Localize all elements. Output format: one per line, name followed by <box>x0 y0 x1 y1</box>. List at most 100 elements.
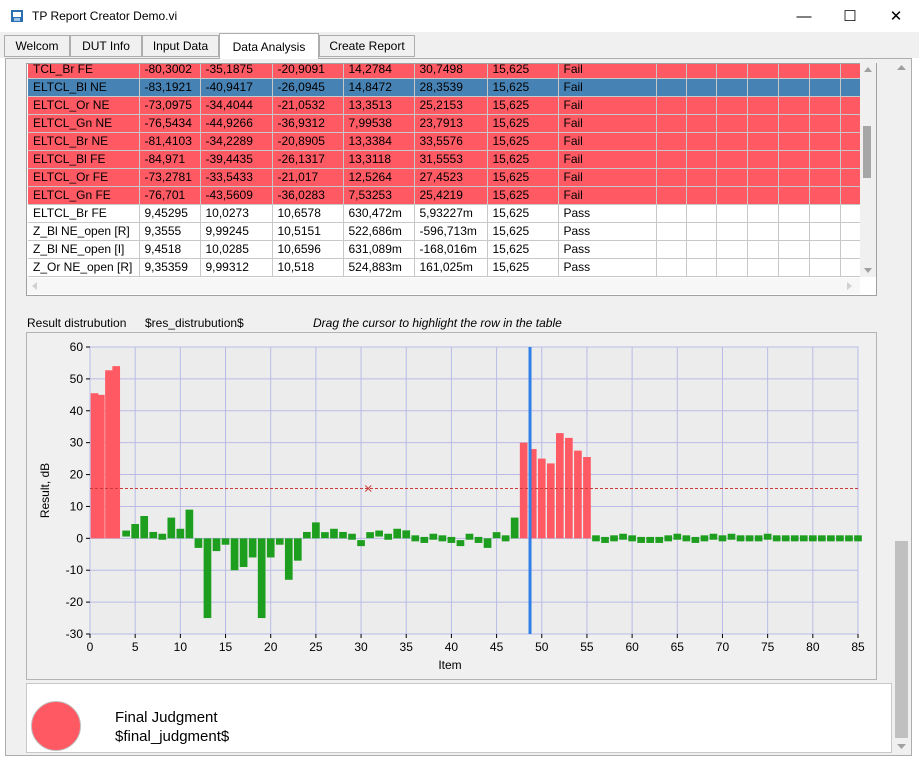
tab-create-report[interactable]: Create Report <box>319 35 415 57</box>
chart-bar <box>691 536 700 543</box>
chart-bar <box>754 535 763 542</box>
tab-welcom[interactable]: Welcom <box>4 35 70 57</box>
table-cell <box>686 96 717 115</box>
tab-input-data[interactable]: Input Data <box>142 35 219 57</box>
table-cell <box>656 64 687 79</box>
table-cell: 27,4523 <box>414 168 488 187</box>
scroll-right-arrow-icon[interactable] <box>845 282 853 290</box>
table-cell <box>809 222 841 241</box>
table-cell: 15,625 <box>487 168 559 187</box>
table-cell: Fail <box>558 114 657 133</box>
chart-bar <box>827 535 835 542</box>
page-scroll-thumb[interactable] <box>895 541 908 738</box>
chart-bar <box>519 442 528 539</box>
chart-bar <box>664 535 673 542</box>
result-distribution-label: Result distrubution <box>27 316 127 330</box>
scroll-down-arrow-icon[interactable] <box>864 266 872 274</box>
table-cell: 9,3555 <box>139 222 201 241</box>
table-cell: 31,5553 <box>414 150 488 169</box>
x-tick-label: 65 <box>671 640 685 654</box>
table-cell <box>686 258 717 277</box>
table-cell: 14,2784 <box>343 64 415 79</box>
chart-bar <box>105 370 113 539</box>
tab-data-analysis[interactable]: Data Analysis <box>219 33 319 59</box>
table-row[interactable]: ELTCL_Bl NE -83,1921 -40,9417 -26,0945 14,84… <box>28 78 863 97</box>
x-tick-label: 75 <box>761 640 775 654</box>
table-cell: -20,8905 <box>272 132 344 151</box>
table-cell: -76,701 <box>139 186 201 205</box>
results-table[interactable]: TCL_Br FE -80,3002 -35,1875 -20,9091 14,2784… <box>26 63 877 296</box>
table-cell: Z_Or NE_open [R] <box>28 258 140 277</box>
table-row[interactable]: ELTCL_Or FE -73,2781 -33,5433 -21,017 12,526… <box>28 168 863 187</box>
chart-bar <box>583 457 591 539</box>
table-cell <box>809 204 841 223</box>
table-cell: Pass <box>558 240 657 259</box>
table-cell: ELTCL_Or FE <box>28 168 140 187</box>
table-row[interactable]: ELTCL_Br NE -81,4103 -34,2289 -20,8905 13,33… <box>28 132 863 151</box>
table-cell <box>840 96 863 115</box>
table-horizontal-scrollbar[interactable] <box>27 278 860 294</box>
page-scroll-down-arrow-icon[interactable] <box>897 742 906 750</box>
page-scroll-up-arrow-icon[interactable] <box>897 64 906 72</box>
result-distribution-chart[interactable]: -30 -20 -10 0 10 20 30 40 50 60 0 5 10 15 20 25 30 35 40 45… <box>27 333 876 679</box>
table-cell <box>716 78 748 97</box>
table-scroll-thumb[interactable] <box>863 126 871 178</box>
chart-bar <box>194 538 203 548</box>
x-tick-label: 60 <box>625 640 639 654</box>
table-cell <box>716 204 748 223</box>
table-row[interactable]: Z_Or NE_open [R] 9,35359 9,99312 10,518 524,… <box>28 258 863 277</box>
tab-dut-info[interactable]: DUT Info <box>70 35 142 57</box>
chart-bar <box>284 538 293 580</box>
table-cell <box>809 258 841 277</box>
table-cell <box>778 186 810 205</box>
y-axis-label: Result, dB <box>38 463 52 518</box>
table-cell <box>686 150 717 169</box>
x-tick-label: 55 <box>580 640 594 654</box>
scroll-left-arrow-icon[interactable] <box>31 282 39 290</box>
chart-bar <box>836 535 844 542</box>
chart-bar <box>212 538 221 552</box>
table-cell <box>809 168 841 187</box>
scroll-up-arrow-icon[interactable] <box>864 66 872 74</box>
chart-bar <box>845 535 853 542</box>
chart-bar <box>637 536 645 543</box>
chart-bar <box>854 535 862 542</box>
table-row[interactable]: ELTCL_Gn FE -76,701 -43,5609 -36,0283 7,5325… <box>28 186 863 205</box>
table-cell: 10,6578 <box>272 204 344 223</box>
table-row[interactable]: ELTCL_Gn NE -76,5434 -44,9266 -36,9312 7,995… <box>28 114 863 133</box>
table-cell: 30,7498 <box>414 64 488 79</box>
table-row[interactable]: Z_Bl NE_open [I] 9,4518 10,0285 10,6596 631,… <box>28 240 863 259</box>
chart-bar <box>176 528 185 539</box>
table-cell <box>809 150 841 169</box>
table-row[interactable]: ELTCL_Or NE -73,0975 -34,4044 -21,0532 13,35… <box>28 96 863 115</box>
table-row[interactable]: TCL_Br FE -80,3002 -35,1875 -20,9091 14,2784… <box>28 64 863 79</box>
table-cell <box>809 96 841 115</box>
table-cell: Pass <box>558 204 657 223</box>
table-cell <box>686 222 717 241</box>
x-tick-label: 10 <box>174 640 188 654</box>
table-cell: 13,3384 <box>343 132 415 151</box>
table-cell <box>778 132 810 151</box>
result-distribution-chart-frame: -30 -20 -10 0 10 20 30 40 50 60 0 5 10 15 20 25 30 35 40 45… <box>26 332 877 680</box>
table-cell: 15,625 <box>487 150 559 169</box>
chart-bar <box>366 532 374 539</box>
table-cell <box>686 204 717 223</box>
table-cell: Fail <box>558 96 657 115</box>
table-cell <box>778 64 810 79</box>
maximize-button[interactable]: ☐ <box>827 0 873 32</box>
table-row[interactable]: Z_Bl NE_open [R] 9,3555 9,99245 10,5151 522,… <box>28 222 863 241</box>
table-row[interactable]: ELTCL_Br FE 9,45295 10,0273 10,6578 630,472m… <box>28 204 863 223</box>
table-cell: Fail <box>558 78 657 97</box>
chart-bar <box>492 532 501 539</box>
minimize-button[interactable]: — <box>781 0 827 32</box>
chart-bar <box>402 530 411 539</box>
table-cell <box>716 258 748 277</box>
table-row[interactable]: ELTCL_Bl FE -84,971 -39,4435 -26,1317 13,311… <box>28 150 863 169</box>
close-button[interactable]: ✕ <box>873 0 919 32</box>
chart-bar <box>330 528 338 539</box>
table-cell: -21,017 <box>272 168 344 187</box>
final-judgment-label: Final Judgment <box>115 709 218 726</box>
chart-bar <box>122 530 130 537</box>
y-tick-label: 10 <box>70 499 84 513</box>
table-cell: -35,1875 <box>200 64 273 79</box>
